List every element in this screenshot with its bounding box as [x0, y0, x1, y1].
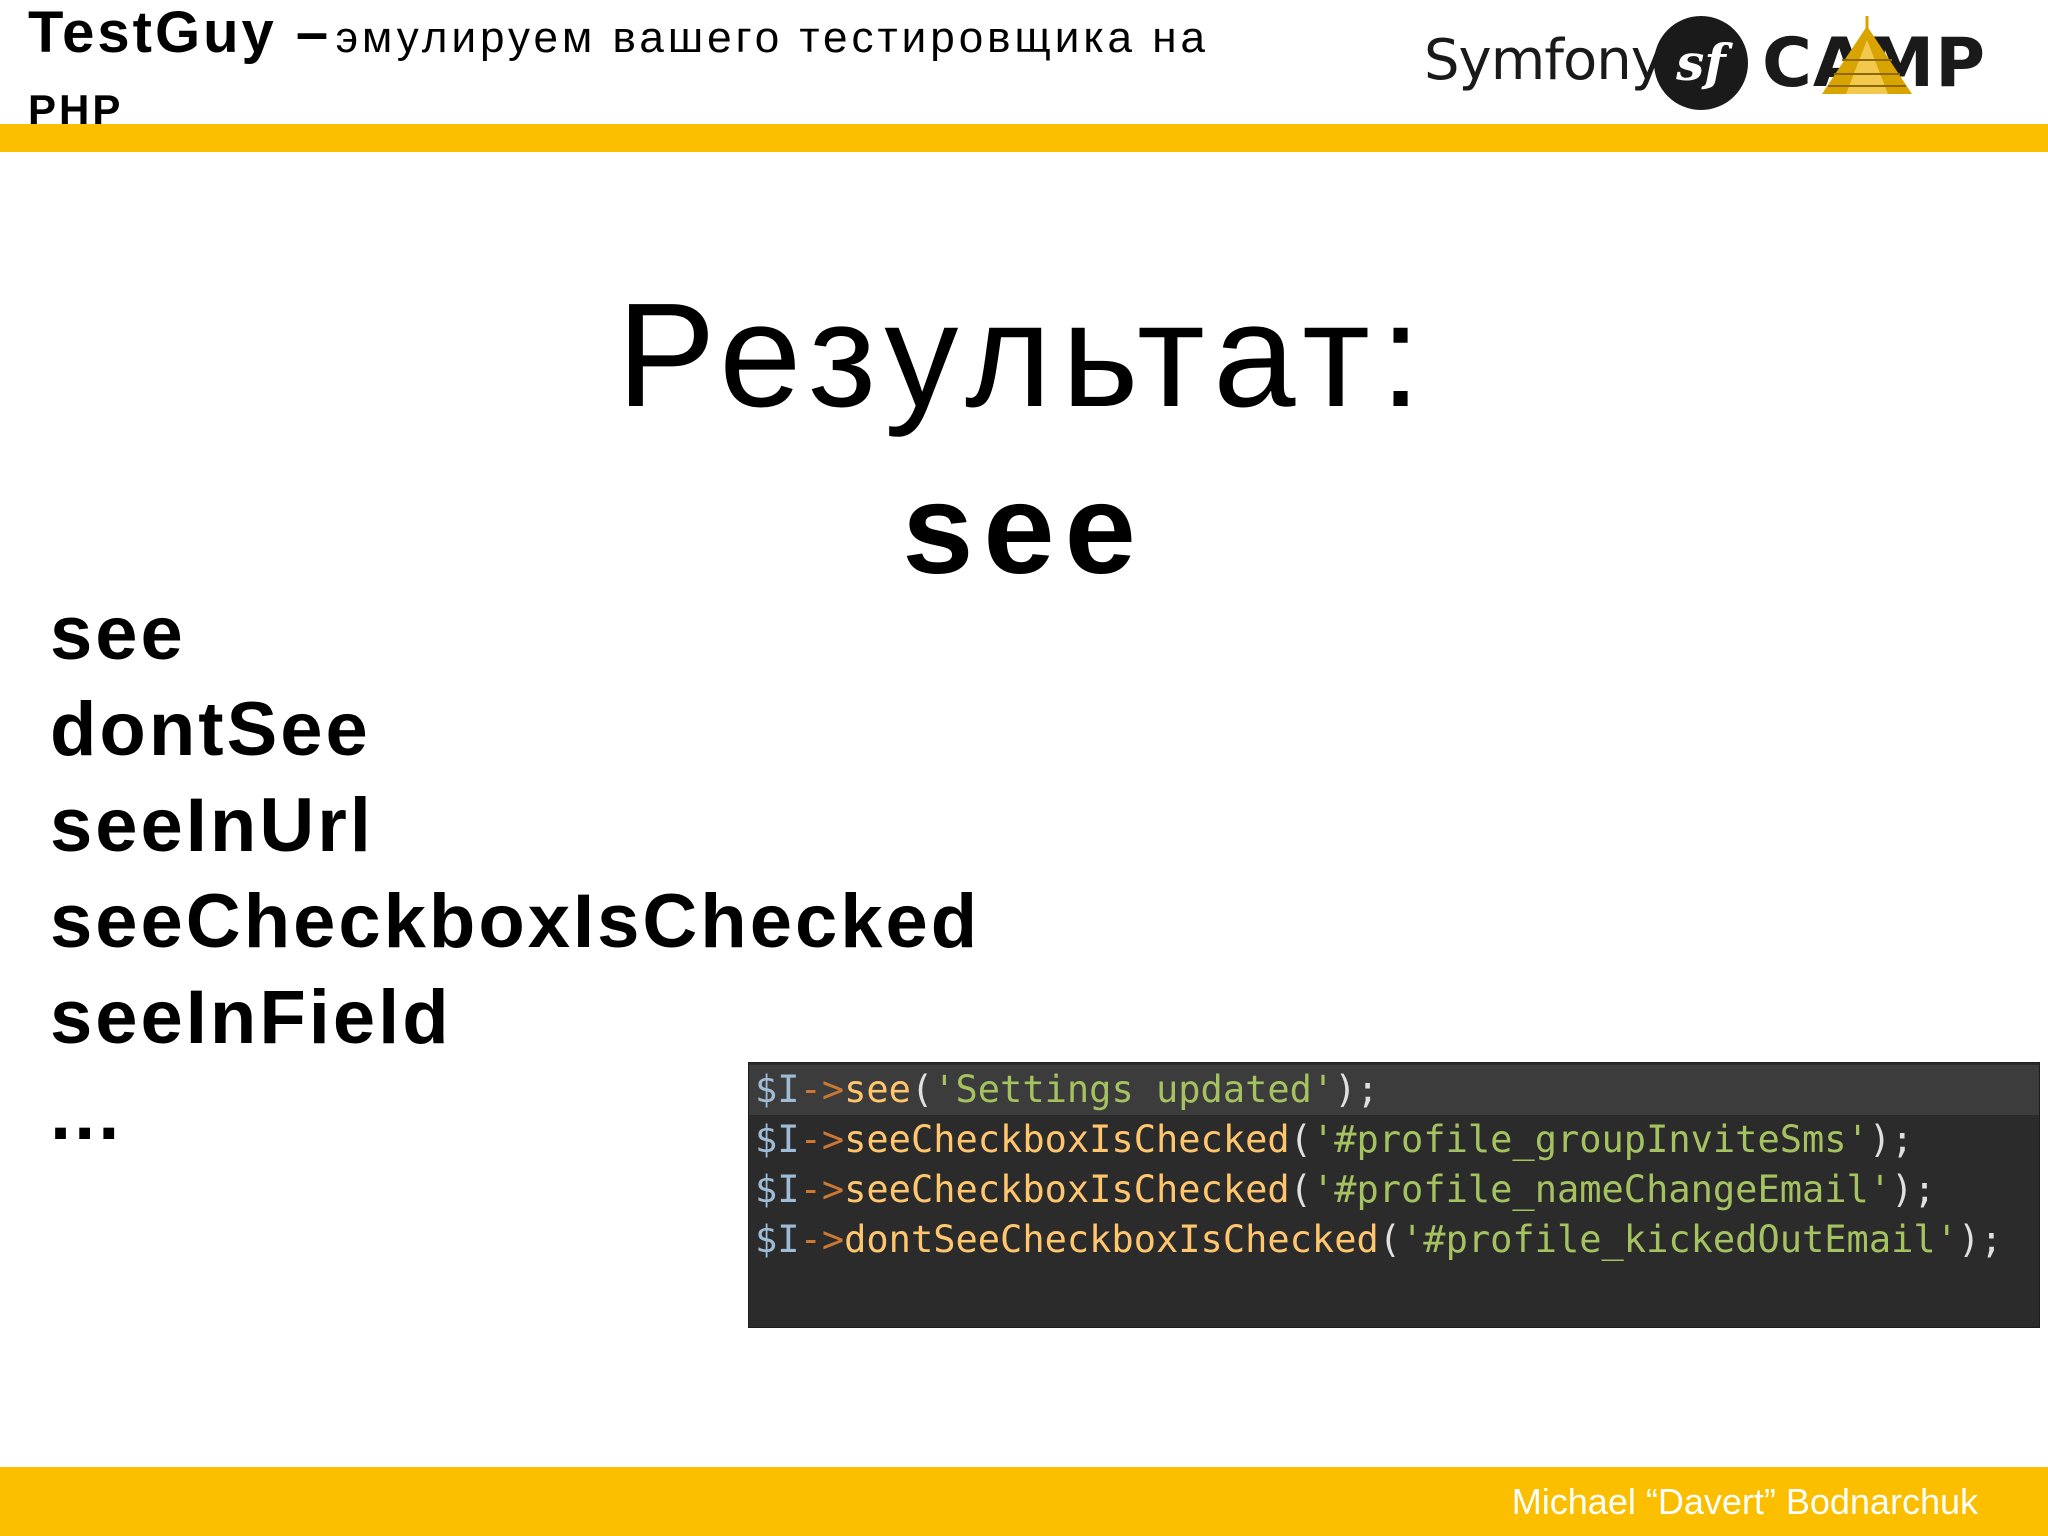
footer-author: Michael “Davert” Bodnarchuk — [1511, 1481, 1978, 1522]
code-string-arg: '#profile_kickedOutEmail' — [1401, 1218, 1958, 1261]
code-string-arg: 'Settings updated' — [933, 1068, 1335, 1111]
logo-badge-text: sf — [1675, 33, 1733, 92]
code-paren-close: ); — [1957, 1218, 2003, 1261]
code-line: $I->seeCheckboxIsChecked('#profile_group… — [749, 1115, 2039, 1165]
code-variable: $I — [755, 1218, 800, 1261]
code-arrow: -> — [799, 1168, 845, 1211]
method-list-item: dontSee — [50, 687, 371, 772]
code-string-arg: '#profile_groupInviteSms' — [1311, 1118, 1869, 1161]
code-arrow: -> — [799, 1068, 845, 1111]
method-list-item: seeInField — [50, 975, 452, 1060]
method-list-item: seeInUrl — [50, 783, 374, 868]
method-list-item: see — [50, 591, 186, 676]
code-variable: $I — [755, 1168, 800, 1211]
code-variable: $I — [755, 1068, 800, 1111]
code-method: seeCheckboxIsChecked — [844, 1118, 1290, 1161]
code-method: see — [844, 1068, 911, 1111]
slide-title: Результат: — [616, 273, 1432, 438]
slide-subtitle: see — [902, 458, 1146, 601]
code-paren-close: ); — [1891, 1168, 1936, 1211]
header-title-rest: эмулируем вашего тестировщика на — [335, 13, 1210, 62]
logo-camp-c: C — [1762, 24, 1813, 103]
slide-header: TestGuy – эмулируем вашего тестировщика … — [0, 0, 2048, 133]
code-paren-open: ( — [1289, 1118, 1312, 1161]
header-title-bold: TestGuy – — [28, 0, 332, 65]
code-snippet-panel: $I->see('Settings updated'); $I->seeChec… — [748, 1062, 2040, 1328]
code-paren-close: ); — [1334, 1068, 1379, 1111]
code-paren-open: ( — [910, 1068, 934, 1111]
method-list-item: seeCheckboxIsChecked — [50, 879, 981, 964]
code-string-arg: '#profile_nameChangeEmail' — [1311, 1168, 1892, 1211]
code-line: $I->see('Settings updated'); — [749, 1065, 2039, 1115]
code-method: seeCheckboxIsChecked — [844, 1168, 1290, 1211]
symfony-sf-badge-icon: sf — [1654, 16, 1748, 110]
code-paren-close: ); — [1868, 1118, 1914, 1161]
logo-symfony-word: Symfony — [1424, 28, 1664, 93]
code-arrow: -> — [799, 1218, 845, 1261]
code-paren-open: ( — [1289, 1168, 1312, 1211]
code-paren-open: ( — [1378, 1218, 1402, 1261]
code-line: $I->seeCheckboxIsChecked('#profile_nameC… — [749, 1165, 2039, 1215]
slide-footer: Michael “Davert” Bodnarchuk — [0, 1467, 2048, 1536]
header-accent-bar — [0, 124, 2048, 152]
code-arrow: -> — [799, 1118, 845, 1161]
symfony-camp-logo: Symfony sf CAMP — [1424, 14, 2024, 114]
code-method: dontSeeCheckboxIsChecked — [844, 1218, 1379, 1261]
camp-tent-icon — [1822, 16, 1912, 94]
code-variable: $I — [755, 1118, 800, 1161]
code-line: $I->dontSeeCheckboxIsChecked('#profile_k… — [749, 1215, 2039, 1265]
